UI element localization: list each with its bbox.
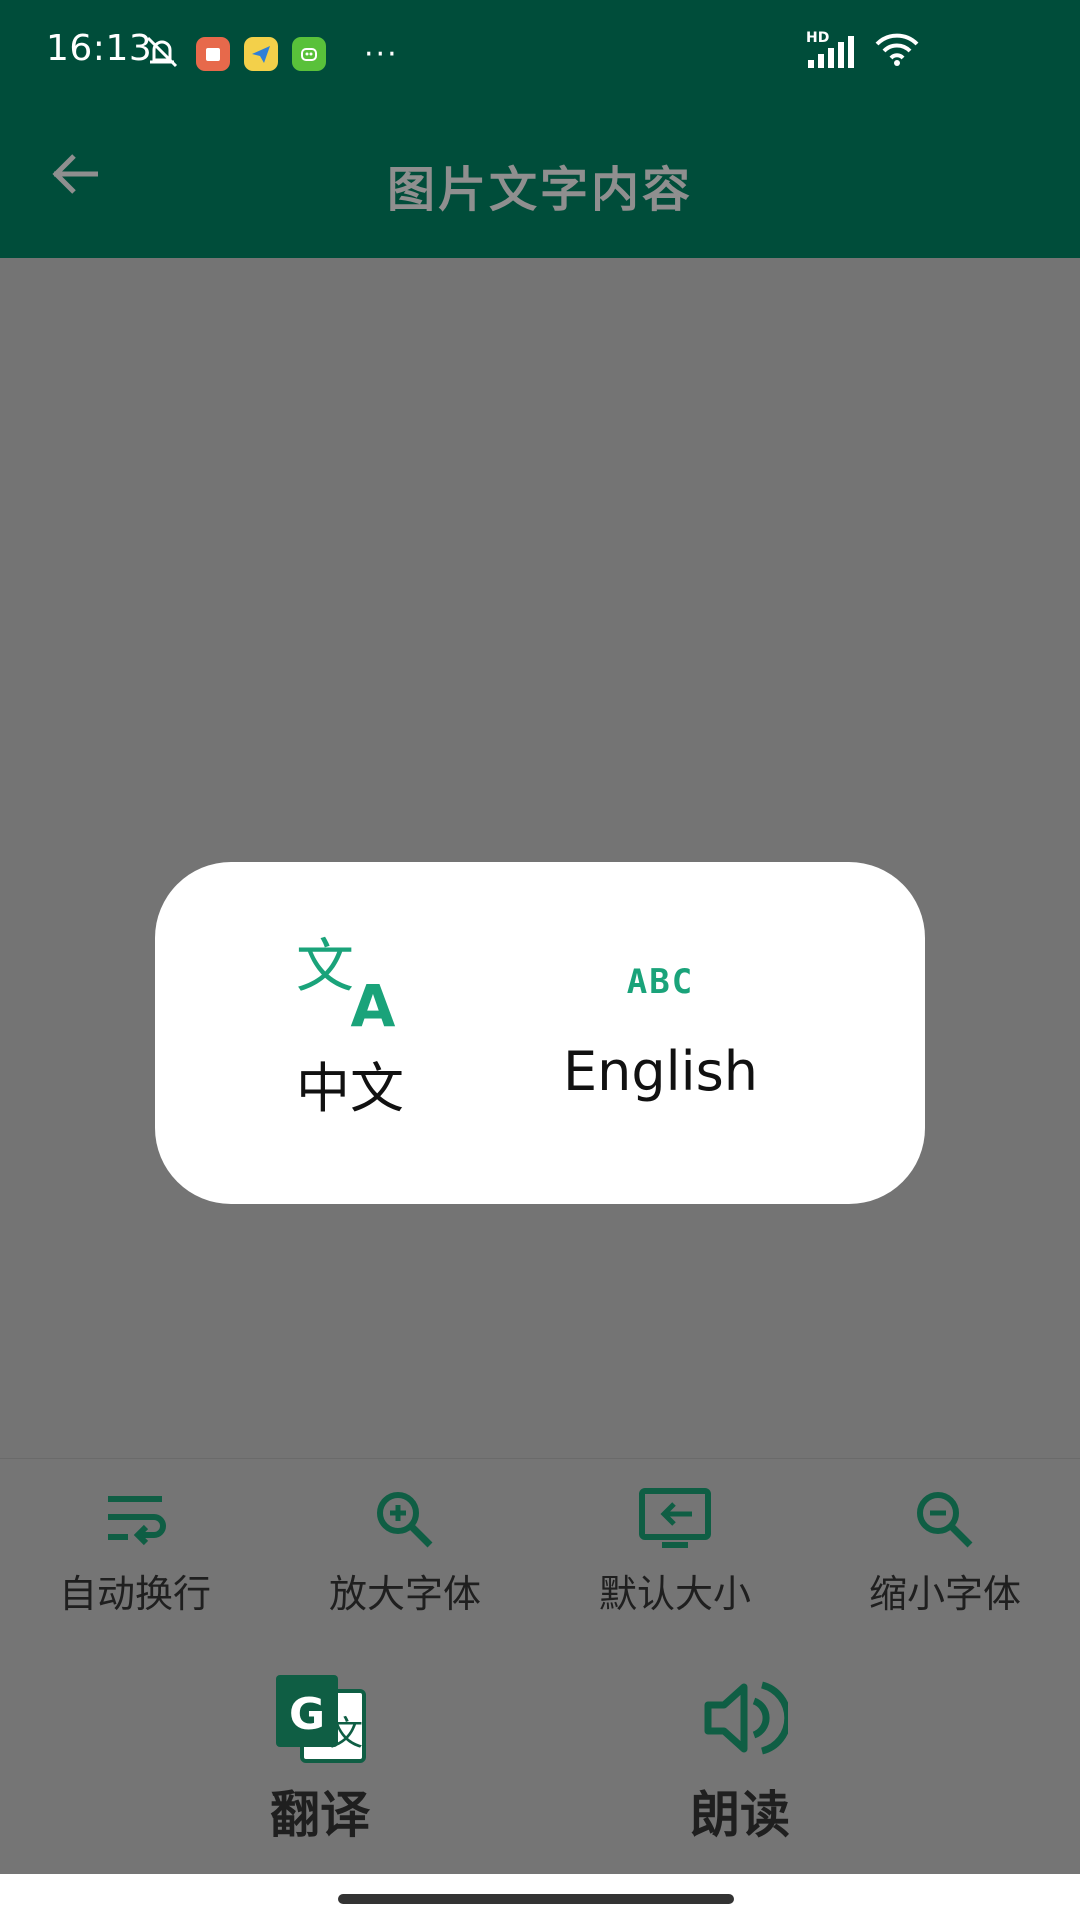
- default-size-icon: [638, 1487, 712, 1555]
- cellular-signal-icon: HD: [806, 30, 856, 70]
- abc-icon: ABC: [606, 934, 716, 1030]
- svg-text:文: 文: [329, 1714, 363, 1754]
- language-select-dialog: 文 A 中文 ABC English: [155, 862, 925, 1204]
- wrap-text-button[interactable]: 自动换行: [0, 1487, 270, 1618]
- wifi-icon: [874, 32, 920, 72]
- translate-label: 翻译: [270, 1786, 370, 1844]
- mute-bell-icon: [142, 34, 182, 74]
- paper-plane-app-icon: [244, 37, 278, 71]
- translate-icon: G 文: [272, 1671, 368, 1769]
- read-aloud-button[interactable]: 朗读: [690, 1671, 792, 1847]
- option-chinese-label: 中文: [296, 1057, 404, 1120]
- page-title: 图片文字内容: [386, 162, 693, 218]
- text-content-area: [0, 258, 1080, 1458]
- option-english[interactable]: ABC English: [563, 934, 758, 1103]
- svg-text:A: A: [351, 972, 396, 1030]
- speaker-icon: [692, 1671, 792, 1769]
- read-aloud-label: 朗读: [690, 1786, 790, 1844]
- svg-text:文: 文: [296, 934, 354, 1000]
- zoom-out-label: 缩小字体: [868, 1572, 1021, 1616]
- status-time: 16:13: [46, 28, 153, 69]
- default-size-label: 默认大小: [598, 1572, 751, 1616]
- svg-text:G: G: [289, 1689, 325, 1740]
- default-size-button[interactable]: 默认大小: [540, 1487, 810, 1618]
- wrap-text-label: 自动换行: [58, 1572, 211, 1616]
- home-gesture-handle[interactable]: [338, 1894, 734, 1904]
- translate-button[interactable]: G 文 翻译: [270, 1671, 370, 1847]
- option-chinese[interactable]: 文 A 中文: [295, 932, 405, 1123]
- status-notification-icons: ···: [142, 34, 399, 74]
- abc-icon-text: ABC: [626, 962, 695, 1002]
- zoom-in-label: 放大字体: [328, 1572, 481, 1616]
- more-notifications-icon: ···: [364, 36, 399, 72]
- app-notification-icon: [196, 37, 230, 71]
- zoom-in-icon: [370, 1487, 440, 1555]
- zoom-out-button[interactable]: 缩小字体: [810, 1487, 1080, 1618]
- bottom-toolbar: 自动换行 放大字体 默认大小 缩小字体 G 文 翻译 朗读: [0, 1458, 1080, 1875]
- zoom-in-button[interactable]: 放大字体: [270, 1487, 540, 1618]
- wrap-text-icon: [100, 1487, 170, 1555]
- chinese-translate-icon: 文 A: [295, 932, 405, 1040]
- robot-app-icon: [292, 37, 326, 71]
- zoom-out-icon: [910, 1487, 980, 1555]
- top-bar: 16:13 ··· HD 图片文字内容: [0, 0, 1080, 258]
- status-system-icons: HD: [806, 30, 920, 72]
- option-english-label: English: [563, 1040, 758, 1103]
- system-nav-bar: [0, 1874, 1080, 1920]
